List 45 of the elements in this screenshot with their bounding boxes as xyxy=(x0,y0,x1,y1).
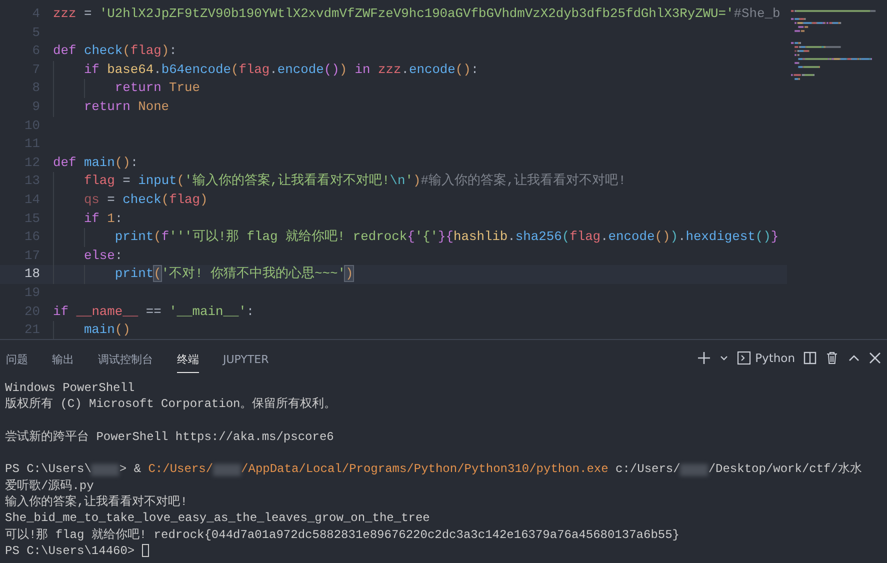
text-cursor xyxy=(142,544,149,558)
close-icon[interactable] xyxy=(869,352,881,364)
terminal-text: 尝试新的跨平台 PowerShell https://aka.ms/pscore6 xyxy=(5,428,334,446)
chevron-down-icon[interactable] xyxy=(719,353,730,363)
file-path[interactable]: /AppData/Local/Programs/Python/Python310/python.exe xyxy=(241,461,608,478)
panel-tab[interactable]: 调试控制台 xyxy=(98,344,153,372)
terminal-text: 版权所有 (C) Microsoft Corporation。保留所有权利。 xyxy=(5,396,336,413)
terminal-text: Windows PowerShell xyxy=(5,380,135,396)
code-text: def main(): xyxy=(53,154,138,172)
file-path[interactable]: C:/Users/ xyxy=(148,461,214,478)
terminal-text: PS C:\Users\14460> xyxy=(5,542,136,560)
terminal-text: 输入你的答案,让我看看对不对吧! xyxy=(5,494,188,510)
terminal-text: /Desktop/work/ctf/水水 xyxy=(708,461,862,478)
code-text: if __name__ == '__main__': xyxy=(53,302,254,320)
redaction-block xyxy=(213,464,242,476)
panel-tab[interactable]: 终端 xyxy=(177,344,199,372)
terminal-text: > & xyxy=(119,461,142,478)
code-text: print(f'''可以!那 flag 就给你吧! redrock{'{'}{hashlib.sha256(flag.encode()).hexdigest()} xyxy=(114,228,779,246)
panel-tab[interactable]: 输出 xyxy=(52,344,74,372)
code-text: if 1: xyxy=(82,210,123,228)
code-text: print('不对! 你猜不中我的心思~~~') xyxy=(114,265,354,284)
split-icon[interactable] xyxy=(803,351,817,365)
terminal-text: She_bid_me_to_take_love_easy_as_the_leaves_grow_on_the_tree xyxy=(5,510,430,527)
panel-tab[interactable]: 问题 xyxy=(6,344,28,372)
code-text: flag = input('输入你的答案,让我看看对不对吧!\n')#输入你的答案,让我看看对不对吧! xyxy=(82,172,626,190)
redaction-block xyxy=(680,464,708,476)
code-text: if base64.b64encode(flag.encode()) in zzz.encode(): xyxy=(82,60,479,79)
plus-icon[interactable] xyxy=(697,351,712,365)
terminal-text: PS C:\Users\ xyxy=(5,461,92,478)
code-text: qs = check(flag) xyxy=(82,190,208,209)
code-text: return True xyxy=(114,79,200,98)
panel-tab[interactable]: JUPYTER xyxy=(223,344,269,372)
redaction-block xyxy=(91,464,120,476)
code-text: return None xyxy=(82,98,170,116)
code-text: zzz = 'U2hlX2JpZF9tZV90b190YWtlX2xvdmVfZWFzeV9hc190aGVfbGVhdmVzX2dyb3dfb25fdGhlX3RyZWU='#She_b xyxy=(53,5,780,23)
terminal-icon xyxy=(737,351,752,365)
line-number: 18 xyxy=(24,265,41,284)
terminal-text: 可以!那 flag 就给你吧! redrock{044d7a01a972dc5882831e89676220c2dc3a3c142e16379a76a45680137a6b55} xyxy=(5,526,680,543)
code-text: else: xyxy=(82,246,123,265)
trash-icon[interactable] xyxy=(825,351,839,365)
terminal-text: c:/Users/ xyxy=(614,461,680,478)
terminal-text: 爱听歌/源码.py xyxy=(5,478,94,494)
code-text: def check(flag): xyxy=(53,42,177,60)
terminal-selector[interactable]: Python xyxy=(737,351,795,365)
code-text: main() xyxy=(82,321,130,339)
